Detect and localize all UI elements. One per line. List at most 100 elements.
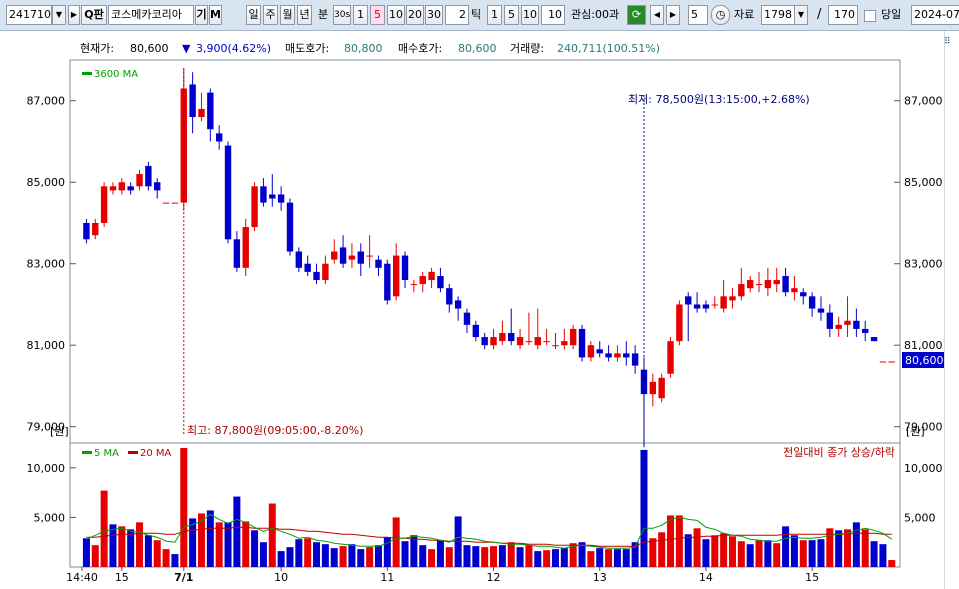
candle-body [649,381,657,395]
data-dropdown-icon[interactable]: ▼ [794,5,808,25]
volume-bar [605,549,613,567]
period-week-button[interactable]: 주 [263,5,278,25]
candle-body [870,337,878,342]
gi-button[interactable]: 기 [195,5,208,25]
data-count-input[interactable]: 1798 [761,5,795,25]
toolbar: 241710 ▼ ▶ Q판 코스메카코리아 기 M 일 주 월 년 분 30s … [0,0,959,31]
candle-body [118,182,126,191]
period-month-button[interactable]: 월 [280,5,295,25]
volume-bar [215,522,223,567]
code-dropdown-icon[interactable]: ▼ [52,5,66,25]
candle-body [773,280,780,285]
candle-body [702,304,710,309]
m-button[interactable]: M [209,5,222,25]
candle-body [145,165,152,187]
price-panel [69,59,901,444]
volume-bar [259,542,267,567]
prev-arrow-icon[interactable]: ◀ [650,5,664,25]
candle-body [410,284,418,286]
volume-bar [755,540,763,567]
candle-body [198,108,205,118]
candle-body [454,300,462,309]
candle-body [154,182,161,191]
today-checkbox[interactable] [864,10,876,22]
volume-bar [445,547,453,567]
candle-body [446,288,453,305]
clock-icon[interactable]: ◷ [711,5,730,25]
candle-body [277,194,285,203]
tick-value-input[interactable]: 10 [541,5,565,25]
volume-bar [153,540,161,567]
right-scroll-strip[interactable] [944,31,959,589]
volume-bar [737,541,745,567]
slash-label: / [817,7,822,22]
interest-label: 관심:00과 [571,5,619,25]
min1-button[interactable]: 1 [353,5,368,25]
candle-body [525,341,533,343]
candle-body [631,353,639,366]
volume-bar [481,547,489,567]
range-input[interactable]: 170 [828,5,858,25]
volume-bar [401,541,409,567]
volume-bar [861,529,869,567]
volume-bar [436,540,444,567]
volume-bar [560,548,568,567]
volume-bar [684,534,692,567]
tick-count-input[interactable]: 2 [445,5,469,25]
candle-body [746,280,754,289]
search-button[interactable]: Q판 [81,5,107,25]
candle-body [233,239,241,268]
tick5-button[interactable]: 5 [504,5,519,25]
stock-chart[interactable]: 79,000 79,00081,000 81,00083,000 83,00085,0… [0,31,944,589]
volume-bar [879,544,887,567]
price-tick-label-right: 81,000 [904,339,943,352]
candle-body [879,361,887,363]
volume-tick-label-left: 5,000 [34,511,66,524]
candle-body [304,263,311,272]
volume-bar [596,548,604,567]
tick10-button[interactable]: 10 [521,5,539,25]
volume-bar [613,549,621,567]
volume-bar [91,545,99,567]
date-input[interactable]: 2024-07- [911,5,959,25]
candle-body [658,377,665,399]
next-arrow-icon[interactable]: ▶ [666,5,680,25]
settings-grip-icon[interactable]: ⠿ [944,37,951,47]
period-year-button[interactable]: 년 [297,5,312,25]
candle-body [844,320,851,325]
candle-body [322,263,329,281]
play-arrow-icon[interactable]: ▶ [68,5,80,25]
volume-bar [339,546,347,567]
candle-body [207,92,214,130]
tick-label: 틱 [471,8,482,21]
candle-body [543,341,550,343]
volume-bar [206,510,214,567]
candle-body [587,345,595,358]
price-tick-label-right: 83,000 [904,258,943,271]
min5-button-active[interactable]: 5 [370,5,385,25]
stock-code-input[interactable]: 241710 [6,5,52,25]
interest-suffix: 과 [608,8,620,21]
volume-bar [313,542,321,567]
min20-button[interactable]: 20 [406,5,424,25]
candle-body [463,312,471,325]
candle-body [596,349,603,354]
min10-button[interactable]: 10 [387,5,405,25]
tick1-button[interactable]: 1 [487,5,502,25]
volume-bar [348,544,356,567]
sec30-button[interactable]: 30s [333,5,351,25]
price-tick-label-left: 83,000 [27,258,66,271]
period-day-button[interactable]: 일 [246,5,261,25]
candle-body [428,271,435,281]
min30-button[interactable]: 30 [425,5,443,25]
volume-bar [189,518,197,567]
volume-bar [454,516,462,567]
step-input[interactable]: 5 [688,5,708,25]
volume-bar [711,535,719,567]
volume-bar [136,522,144,567]
candle-body [490,337,497,346]
refresh-icon[interactable]: ⟳ [627,5,646,25]
volume-bar [693,528,701,567]
candle-body [516,337,524,346]
candle-body [215,133,223,142]
